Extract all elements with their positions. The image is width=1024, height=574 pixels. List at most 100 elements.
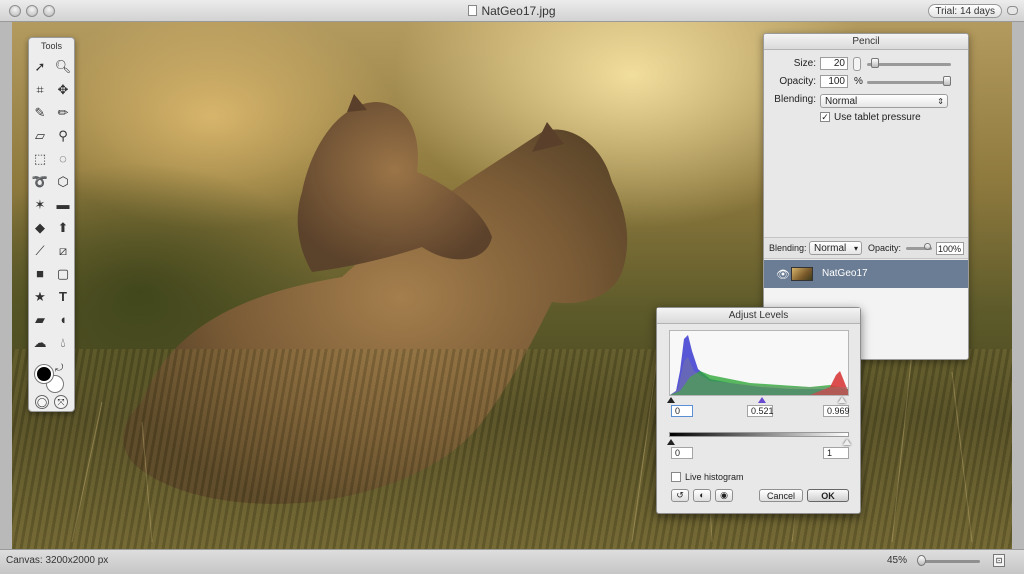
canvas-grass-texture xyxy=(12,349,1012,549)
star-icon[interactable]: ★ xyxy=(30,286,50,306)
tools-palette: Tools ➚ 🔍︎ ⌗ ✥ ✎ ✏ ▱ ⚲ ⬚ ◌ ➰ ⬡ ✶ ▬ ◆ ⬆ ⟋… xyxy=(28,37,75,412)
ok-button[interactable]: OK xyxy=(807,489,849,502)
zoom-level: 45% xyxy=(887,555,908,566)
size-slider-knob[interactable] xyxy=(870,58,879,68)
reset-icon[interactable]: ↺ xyxy=(671,489,689,502)
zoom-slider-track[interactable] xyxy=(920,560,980,563)
move-icon[interactable]: ✥ xyxy=(53,79,73,99)
swap-colors-icon[interactable]: ⤾ xyxy=(55,363,63,374)
tools-bottom-row: ◯ ⤧ xyxy=(35,395,68,409)
paint-bucket-icon[interactable]: ◆ xyxy=(30,217,50,237)
ellipse-marquee-icon[interactable]: ◌ xyxy=(53,148,73,168)
text-icon[interactable]: T xyxy=(53,286,73,306)
opacity-field[interactable]: 100 xyxy=(820,75,848,88)
trial-badge[interactable]: Trial: 14 days xyxy=(928,4,1002,18)
arrow-select-icon[interactable]: ➚ xyxy=(30,56,50,76)
zoom-icon[interactable]: 🔍︎ xyxy=(53,56,73,76)
eye-icon[interactable]: 👁︎ xyxy=(776,268,790,281)
layer-thumbnail xyxy=(791,267,813,281)
smudge-icon[interactable]: ▰ xyxy=(30,309,50,329)
output-black-marker[interactable] xyxy=(667,439,675,445)
output-white-field[interactable]: 1 xyxy=(823,447,849,459)
path-icon[interactable]: ⟋ xyxy=(30,240,50,260)
foreground-color-swatch[interactable] xyxy=(35,365,53,383)
cancel-button[interactable]: Cancel xyxy=(759,489,803,502)
crop-icon[interactable]: ⌗ xyxy=(30,79,50,99)
layers-toolbar: Blending: Normal ▾ Opacity: 100% xyxy=(764,237,968,259)
pencil-icon[interactable]: ✏ xyxy=(53,102,73,122)
title-bar: NatGeo17.jpg Trial: 14 days xyxy=(0,0,1024,22)
input-white-marker[interactable] xyxy=(838,397,846,403)
zoom-slider-knob[interactable] xyxy=(917,555,926,566)
drop-icon[interactable]: 💧︎ xyxy=(53,332,73,352)
tools-title: Tools xyxy=(40,41,62,51)
opacity-row: Opacity: 100 % xyxy=(764,75,968,92)
output-black-field[interactable]: 0 xyxy=(671,447,693,459)
gradient-icon[interactable]: ⧄ xyxy=(53,240,73,260)
tablet-pressure-row: ✓ Use tablet pressure xyxy=(764,111,968,125)
layer-opacity-field[interactable]: 100% xyxy=(936,242,964,255)
lasso-icon[interactable]: ➰ xyxy=(30,171,50,191)
tool-grid: ➚ 🔍︎ ⌗ ✥ ✎ ✏ ▱ ⚲ ⬚ ◌ ➰ ⬡ ✶ ▬ ◆ ⬆ ⟋ ⧄ ■ ▢… xyxy=(29,56,74,352)
levels-title: Adjust Levels xyxy=(657,308,860,324)
tablet-pressure-checkbox[interactable]: ✓ xyxy=(820,112,830,122)
eraser-icon[interactable]: ▱ xyxy=(30,125,50,145)
layer-opacity-label: Opacity: xyxy=(868,243,902,253)
cloud-icon[interactable]: ☁ xyxy=(30,332,50,352)
histogram xyxy=(669,330,849,396)
auto-levels-icon[interactable]: ◐ xyxy=(693,489,711,502)
rounded-rect-icon[interactable]: ▢ xyxy=(53,263,73,283)
layer-opacity-slider-knob[interactable] xyxy=(924,243,931,250)
size-field[interactable]: 20 xyxy=(820,57,848,70)
rect-marquee-icon[interactable]: ⬚ xyxy=(30,148,50,168)
arrow-up-icon[interactable]: ⬆ xyxy=(53,217,73,237)
input-black-marker[interactable] xyxy=(667,397,675,403)
live-histogram-checkbox[interactable] xyxy=(671,472,681,482)
window-title-text: NatGeo17.jpg xyxy=(481,4,556,18)
live-histogram-label: Live histogram xyxy=(685,472,744,482)
tablet-pressure-label: Use tablet pressure xyxy=(834,112,921,123)
opacity-unit: % xyxy=(854,76,863,87)
output-levels-gradient xyxy=(669,432,849,437)
canvas-info: Canvas: 3200x2000 px xyxy=(6,555,109,566)
fullscreen-icon[interactable]: ⤧ xyxy=(54,395,68,409)
pencil-panel-title: Pencil xyxy=(764,34,968,50)
window-title: NatGeo17.jpg xyxy=(0,4,1024,18)
layer-blending-label: Blending: xyxy=(769,243,807,253)
opacity-slider-knob[interactable] xyxy=(943,76,951,86)
layer-blending-select[interactable]: Normal ▾ xyxy=(809,241,862,255)
clone-stamp-icon[interactable]: ⚲ xyxy=(53,125,73,145)
chevron-down-icon: ▾ xyxy=(853,244,858,253)
rectangle-shape-icon[interactable]: ▬ xyxy=(53,194,73,214)
input-white-field[interactable]: 0.969 xyxy=(823,405,850,417)
toolbar-toggle-icon[interactable] xyxy=(1007,6,1018,15)
output-white-marker[interactable] xyxy=(843,439,851,445)
document-icon xyxy=(468,5,478,16)
fit-to-window-icon[interactable]: ⊡ xyxy=(993,554,1005,567)
layer-row[interactable]: 👁︎ NatGeo17 xyxy=(764,260,968,288)
blending-select[interactable]: Normal ⇕ xyxy=(820,94,948,108)
status-bar: Canvas: 3200x2000 px 45% ⊡ xyxy=(0,549,1024,574)
layer-blending-value: Normal xyxy=(814,243,847,254)
brush-icon[interactable]: ✎ xyxy=(30,102,50,122)
histogram-graph xyxy=(670,335,848,395)
size-slider-track[interactable] xyxy=(867,63,951,66)
chevron-updown-icon: ⇕ xyxy=(937,97,944,106)
size-stepper[interactable] xyxy=(853,57,861,71)
input-gamma-marker[interactable] xyxy=(758,397,766,403)
eyedropper-icon[interactable]: ◖ xyxy=(53,309,73,329)
magic-wand-icon[interactable]: ✶ xyxy=(30,194,50,214)
opacity-label: Opacity: xyxy=(779,76,816,87)
histogram-composite xyxy=(670,357,848,395)
rect-shape-icon[interactable]: ■ xyxy=(30,263,50,283)
size-row: Size: 20 xyxy=(764,57,968,74)
input-gamma-field[interactable]: 0.521 xyxy=(747,405,774,417)
opacity-slider-track[interactable] xyxy=(867,81,951,84)
reset-colors-icon[interactable]: ◯ xyxy=(35,395,49,409)
preview-eye-icon[interactable]: ◉ xyxy=(715,489,733,502)
layer-name: NatGeo17 xyxy=(822,268,868,279)
blending-select-value: Normal xyxy=(825,96,858,107)
adjust-levels-dialog: Adjust Levels 0 0.521 0.969 0 1 Live his… xyxy=(656,307,861,514)
polygon-lasso-icon[interactable]: ⬡ xyxy=(53,171,73,191)
input-black-field[interactable]: 0 xyxy=(671,405,693,417)
